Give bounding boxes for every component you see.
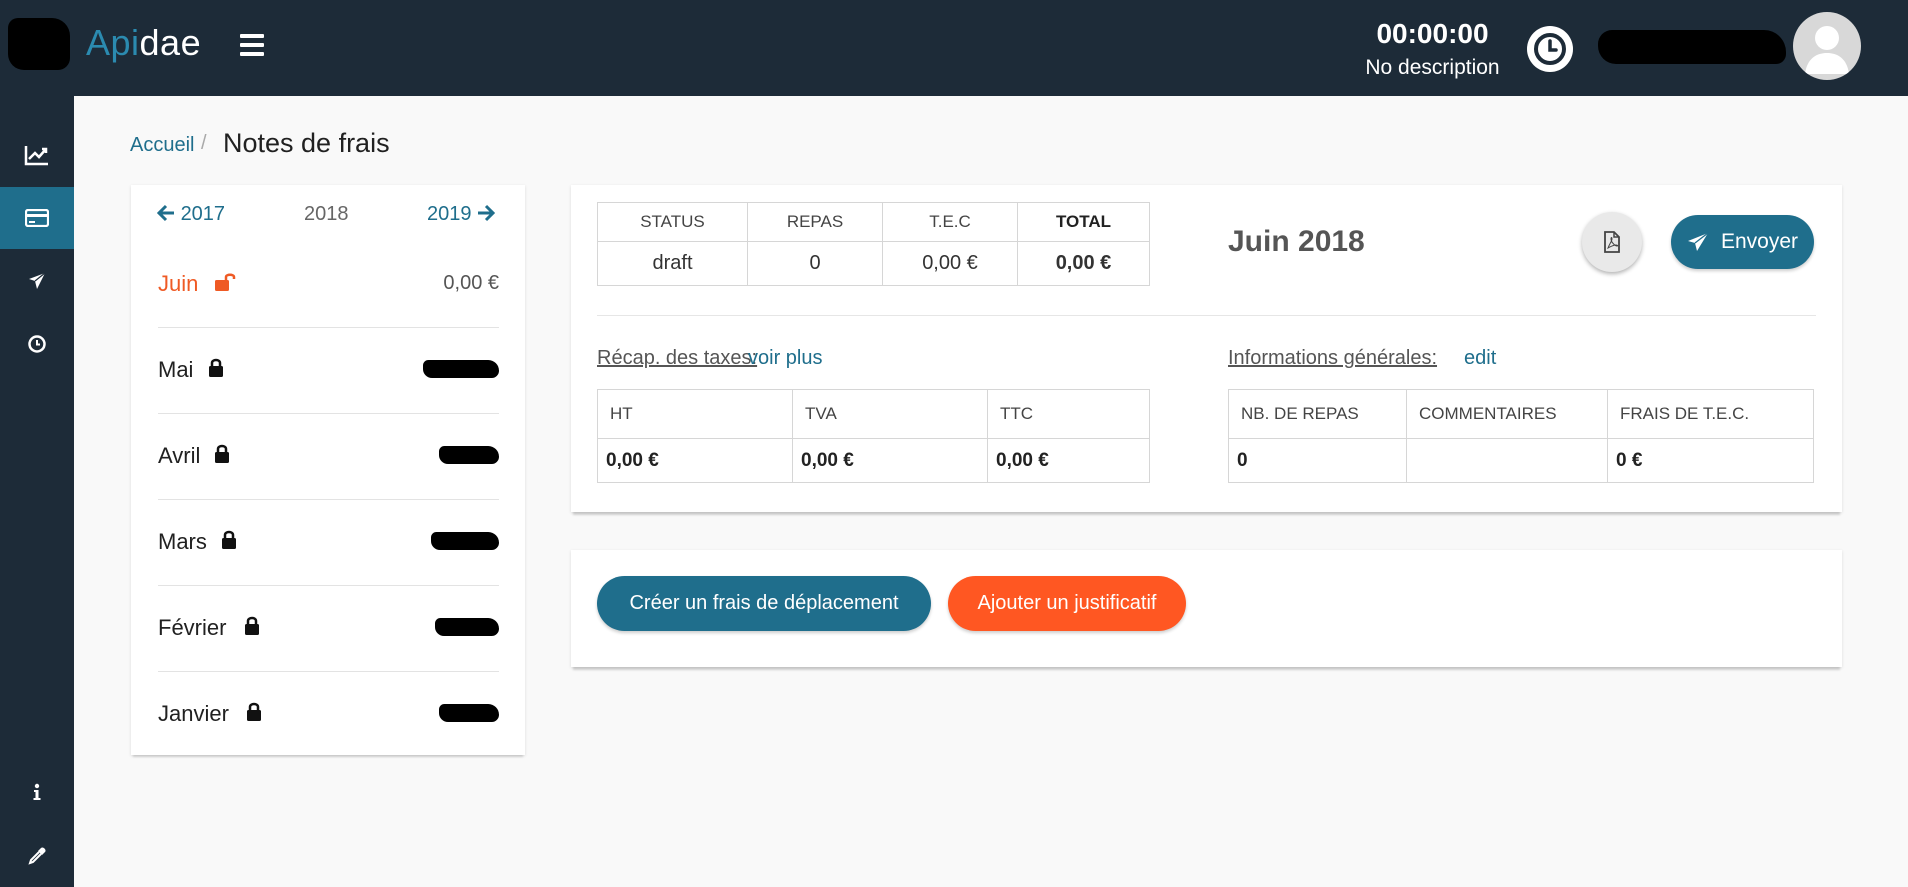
- month-item-janvier[interactable]: Janvier: [158, 672, 499, 758]
- divider: [597, 315, 1816, 316]
- ttc-value: 0,00 €: [987, 438, 1150, 483]
- header-commentaires: COMMENTAIRES: [1406, 389, 1608, 439]
- status-value: draft: [597, 241, 748, 286]
- month-item-mars[interactable]: Mars: [158, 500, 499, 586]
- plane-icon[interactable]: [0, 250, 74, 312]
- lock-icon: [244, 616, 260, 641]
- redacted-amount: [439, 704, 499, 722]
- ht-value: 0,00 €: [597, 438, 793, 483]
- total-value: 0,00 €: [1017, 241, 1150, 286]
- month-name: Avril: [158, 443, 201, 468]
- send-button[interactable]: Envoyer: [1671, 215, 1814, 269]
- taxes-table: HT TVA TTC 0,00 € 0,00 € 0,00 €: [597, 389, 1150, 483]
- actions-card: Créer un frais de déplacement Ajouter un…: [571, 550, 1842, 667]
- info-icon[interactable]: [0, 761, 74, 823]
- month-amount: 0,00 €: [443, 272, 499, 294]
- time-tracker: 00:00:00 No description: [1350, 18, 1515, 80]
- expense-summary-card: STATUS REPAS T.E.C TOTAL draft 0 0,00 € …: [571, 185, 1842, 512]
- general-info-label: Informations générales:: [1228, 347, 1438, 369]
- nb-repas-value: 0: [1228, 438, 1407, 483]
- lock-icon: [221, 530, 237, 555]
- app-logo[interactable]: Apidae: [86, 22, 201, 64]
- paper-plane-icon: [1687, 232, 1709, 251]
- taxes-see-more-link[interactable]: voir plus: [748, 347, 822, 370]
- commentaires-value: [1406, 438, 1608, 483]
- month-name: Mars: [158, 529, 207, 554]
- top-bar: Apidae 00:00:00 No description: [0, 0, 1908, 96]
- redacted-amount: [423, 360, 499, 378]
- redacted-amount: [431, 532, 499, 550]
- previous-year-button[interactable]: 2017: [156, 203, 225, 226]
- header-repas: REPAS: [747, 202, 883, 242]
- next-year-button[interactable]: 2019: [427, 203, 496, 226]
- month-item-juin[interactable]: Juin 0,00 €: [158, 242, 499, 328]
- header-status: STATUS: [597, 202, 748, 242]
- clock-icon[interactable]: [1527, 26, 1573, 72]
- page-title: Notes de frais: [223, 128, 390, 158]
- current-year: 2018: [304, 203, 349, 225]
- header-ht: HT: [597, 389, 793, 439]
- redacted-logo-image: [8, 18, 70, 70]
- pdf-export-button[interactable]: [1582, 212, 1642, 272]
- month-name: Février: [158, 615, 227, 640]
- pdf-file-icon: [1604, 231, 1620, 253]
- month-name: Janvier: [158, 701, 229, 726]
- tec-value: 0,00 €: [882, 241, 1018, 286]
- breadcrumb-separator: /: [201, 132, 207, 154]
- header-frais-tec: FRAIS DE T.E.C.: [1607, 389, 1814, 439]
- redacted-amount: [435, 618, 499, 636]
- month-item-mai[interactable]: Mai: [158, 328, 499, 414]
- lock-icon: [214, 444, 230, 469]
- month-item-avril[interactable]: Avril: [158, 414, 499, 500]
- sidebar: [0, 96, 74, 887]
- month-name: Juin: [158, 271, 199, 296]
- general-info-edit-link[interactable]: edit: [1464, 347, 1496, 370]
- unlock-icon: [214, 272, 236, 297]
- header-total: TOTAL: [1017, 202, 1150, 242]
- breadcrumb-home[interactable]: Accueil: [130, 134, 194, 157]
- period-title: Juin 2018: [1228, 225, 1365, 258]
- taxes-label: Récap. des taxes:: [597, 347, 758, 369]
- user-avatar-icon[interactable]: [1793, 12, 1861, 80]
- timer-description: No description: [1365, 56, 1500, 79]
- redacted-amount: [439, 446, 499, 464]
- lock-icon: [208, 358, 224, 383]
- lock-icon: [246, 702, 262, 727]
- tva-value: 0,00 €: [792, 438, 988, 483]
- months-panel: 2017 2018 2019 Juin 0,00 € Mai Avril Mar…: [131, 185, 525, 755]
- header-tec: T.E.C: [882, 202, 1018, 242]
- month-item-fevrier[interactable]: Février: [158, 586, 499, 672]
- timer-value: 00:00:00: [1376, 18, 1489, 49]
- repas-value: 0: [747, 241, 883, 286]
- header-tva: TVA: [792, 389, 988, 439]
- credit-card-icon[interactable]: [0, 187, 74, 249]
- redacted-user-name: [1598, 30, 1786, 64]
- header-ttc: TTC: [987, 389, 1150, 439]
- frais-tec-value: 0 €: [1607, 438, 1814, 483]
- month-name: Mai: [158, 357, 194, 382]
- add-receipt-button[interactable]: Ajouter un justificatif: [948, 576, 1186, 631]
- header-nb-repas: NB. DE REPAS: [1228, 389, 1407, 439]
- eyedropper-icon[interactable]: [0, 825, 74, 887]
- clock-icon[interactable]: [0, 313, 74, 375]
- create-travel-expense-button[interactable]: Créer un frais de déplacement: [597, 576, 931, 631]
- general-info-table: NB. DE REPAS COMMENTAIRES FRAIS DE T.E.C…: [1228, 389, 1814, 483]
- chart-line-icon[interactable]: [0, 124, 74, 186]
- status-table: STATUS REPAS T.E.C TOTAL draft 0 0,00 € …: [597, 202, 1150, 286]
- hamburger-icon[interactable]: [240, 34, 264, 56]
